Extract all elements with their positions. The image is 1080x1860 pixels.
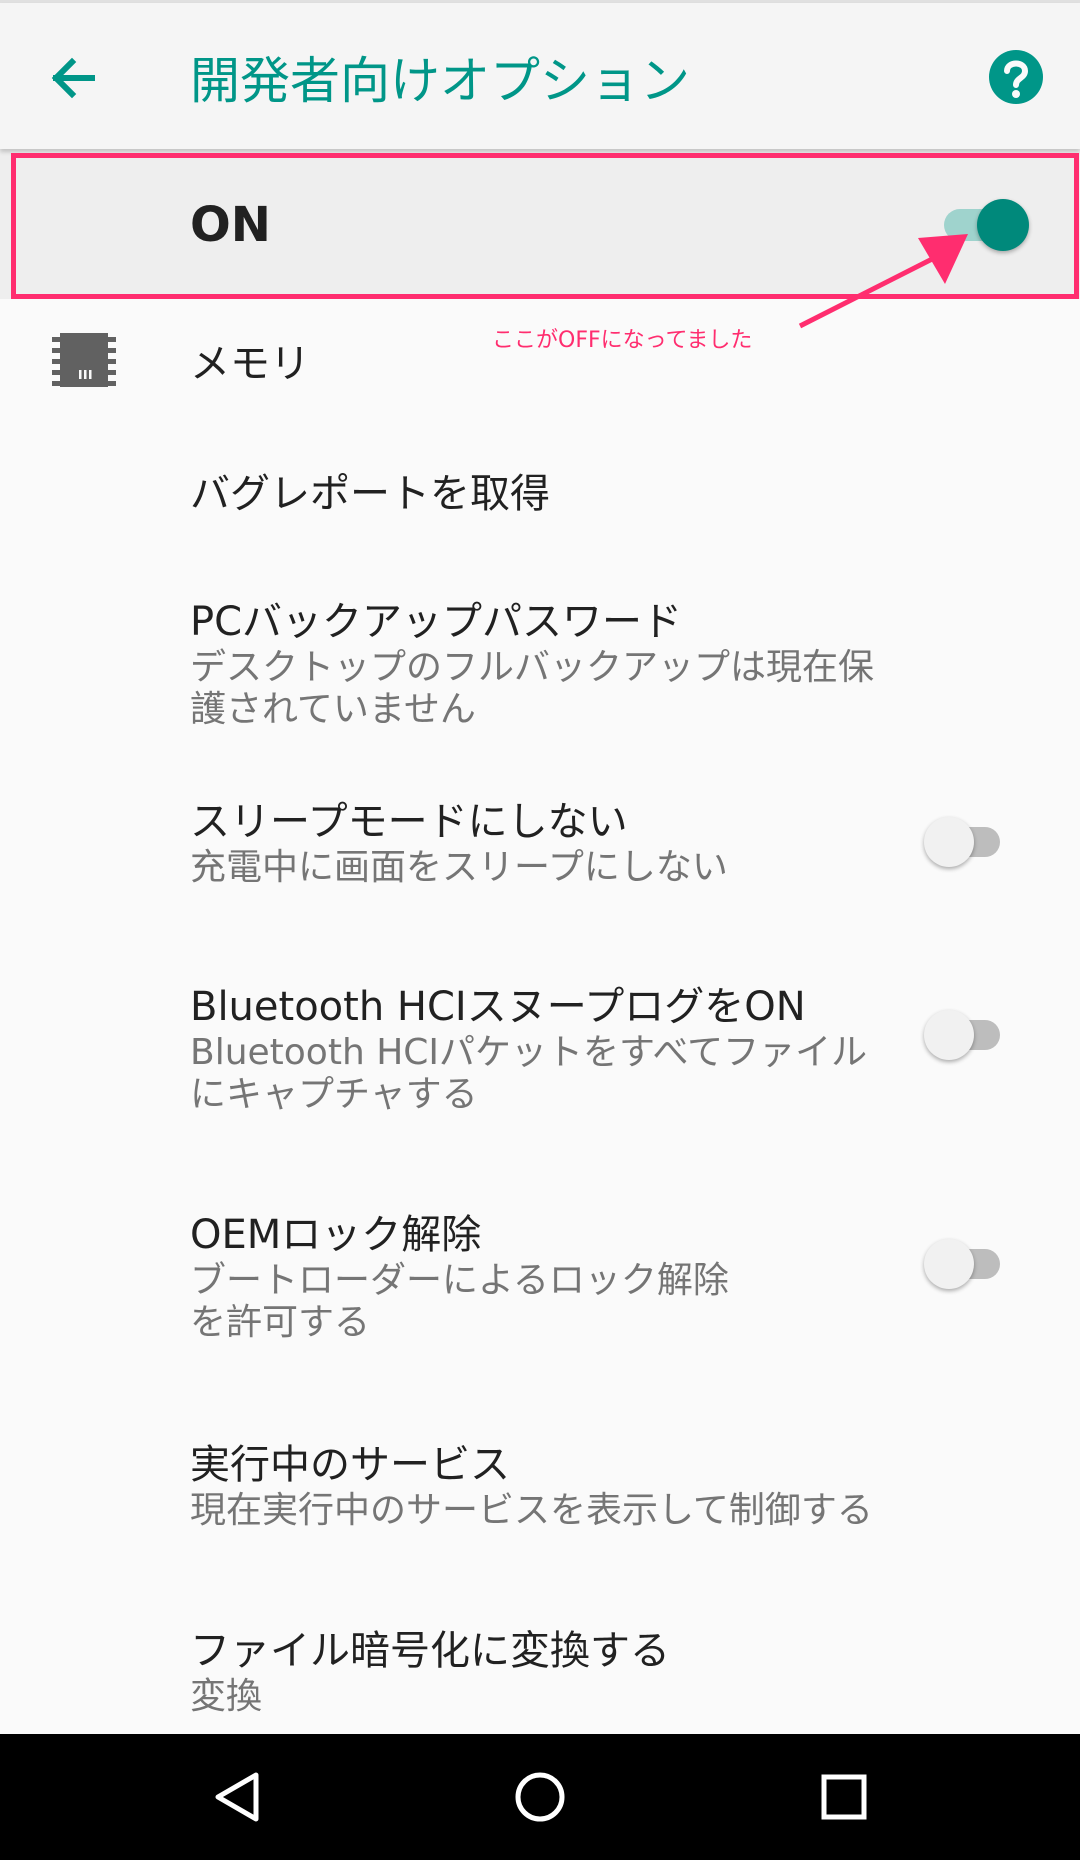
switch-thumb [924, 817, 974, 867]
help-button[interactable] [988, 49, 1044, 105]
nav-recents-square-icon [821, 1774, 867, 1820]
back-button[interactable] [42, 48, 102, 108]
bluetooth-hci-snoop-switch[interactable] [924, 1005, 1010, 1065]
summary-line: ブートローダーによるロック解除 [190, 1260, 729, 1301]
system-navigation-bar [0, 1734, 1080, 1860]
nav-back-button[interactable] [198, 1757, 278, 1837]
setting-summary: ブートローダーによるロック解除 を許可する [190, 1260, 910, 1344]
setting-title: スリープモードにしない [190, 799, 628, 845]
summary-line: 護されていません [190, 689, 476, 730]
summary-line: を許可する [190, 1302, 371, 1343]
summary-line: 充電中に画面をスリープにしない [190, 847, 728, 888]
setting-memory[interactable]: メモリ [0, 299, 1080, 427]
arrow-back-icon [51, 57, 95, 99]
stay-awake-switch[interactable] [924, 812, 1010, 872]
help-icon [989, 50, 1043, 104]
setting-title: PCバックアップパスワード [190, 599, 683, 645]
setting-oem-unlock[interactable]: OEMロック解除 ブートローダーによるロック解除 を許可する [0, 1188, 1080, 1418]
setting-summary: デスクトップのフルバックアップは現在保 護されていません [190, 647, 910, 731]
setting-running-services[interactable]: 実行中のサービス 現在実行中のサービスを表示して制御する [0, 1418, 1080, 1604]
page-title: 開発者向けオプション [190, 52, 690, 110]
switch-thumb [924, 1010, 974, 1060]
setting-stay-awake[interactable]: スリープモードにしない 充電中に画面をスリープにしない [0, 775, 1080, 960]
setting-title: 実行中のサービス [190, 1442, 510, 1488]
setting-title: OEMロック解除 [190, 1212, 482, 1258]
nav-recents-button[interactable] [804, 1757, 884, 1837]
setting-title: メモリ [190, 341, 310, 387]
nav-back-triangle-icon [215, 1772, 259, 1822]
memory-chip-icon [52, 333, 116, 387]
setting-summary: 現在実行中のサービスを表示して制御する [190, 1490, 910, 1532]
summary-line: にキャプチャする [190, 1074, 478, 1115]
summary-line: 現在実行中のサービスを表示して制御する [190, 1490, 873, 1531]
oem-unlock-switch[interactable] [924, 1234, 1010, 1294]
summary-line: Bluetooth HCIパケットをすべてファイル [190, 1032, 868, 1073]
switch-thumb [977, 199, 1029, 251]
setting-title: バグレポートを取得 [190, 471, 550, 517]
switch-thumb [924, 1239, 974, 1289]
setting-bug-report[interactable]: バグレポートを取得 [0, 427, 1080, 555]
master-switch-label: ON [190, 197, 271, 253]
setting-summary: 変換 [190, 1676, 910, 1718]
master-switch-row[interactable]: ON [0, 149, 1080, 299]
setting-summary: 充電中に画面をスリープにしない [190, 847, 910, 889]
annotation-text: ここがOFFになってました [492, 328, 753, 353]
settings-list: メモリ バグレポートを取得 PCバックアップパスワード デスクトップのフルバック… [0, 299, 1080, 1764]
nav-home-circle-icon [515, 1772, 565, 1822]
setting-title: ファイル暗号化に変換する [190, 1628, 670, 1674]
master-toggle-switch[interactable] [940, 191, 1036, 255]
setting-summary: Bluetooth HCIパケットをすべてファイル にキャプチャする [190, 1032, 910, 1116]
app-bar: 開発者向けオプション [0, 3, 1080, 149]
summary-line: 変換 [190, 1676, 263, 1717]
nav-home-button[interactable] [500, 1757, 580, 1837]
setting-title: Bluetooth HCIスヌープログをON [190, 984, 806, 1030]
setting-bluetooth-hci-snoop[interactable]: Bluetooth HCIスヌープログをON Bluetooth HCIパケット… [0, 960, 1080, 1188]
summary-line: デスクトップのフルバックアップは現在保 [190, 647, 875, 688]
setting-pc-backup-password[interactable]: PCバックアップパスワード デスクトップのフルバックアップは現在保 護されていま… [0, 555, 1080, 775]
